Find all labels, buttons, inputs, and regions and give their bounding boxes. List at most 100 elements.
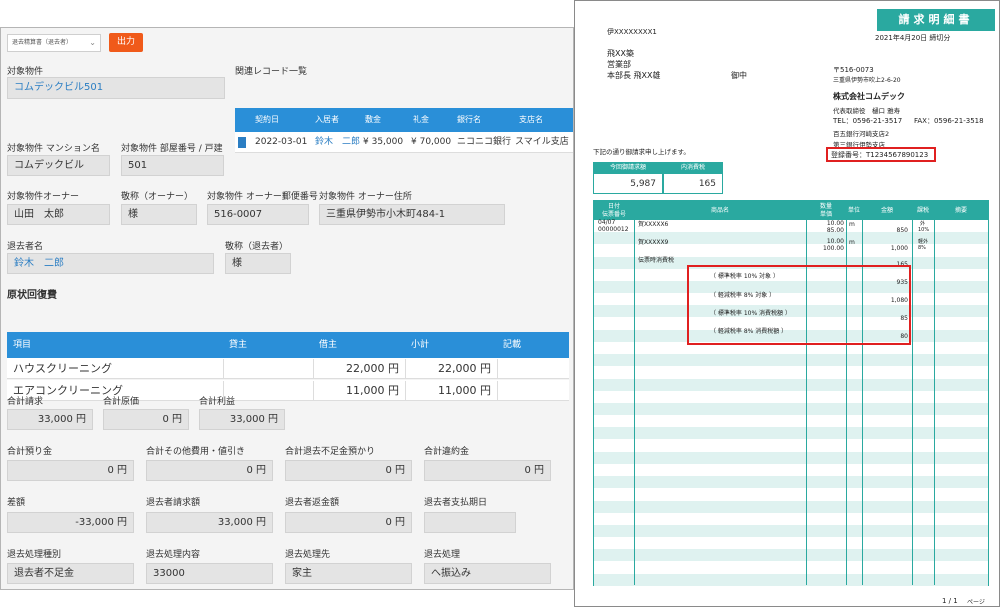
- cell-note[interactable]: [497, 359, 569, 378]
- recipient-company: 飛XX築: [607, 49, 634, 58]
- summary-tax-label: 内消費税: [663, 162, 723, 174]
- grid-row-stripe: [594, 366, 988, 379]
- total-profit-field: 33,000 円: [199, 409, 285, 430]
- cell-note[interactable]: [497, 381, 569, 400]
- mansion-name-field[interactable]: コムデックビル: [7, 155, 110, 176]
- col-item: 項目: [13, 340, 32, 350]
- grid-row-stripe: [594, 378, 988, 391]
- grid-row-stripe: [594, 439, 988, 452]
- row-qty: 10.00: [826, 238, 844, 245]
- property-field[interactable]: コムデックビル501: [7, 77, 225, 99]
- tenant-honorific-label: 敬称（退去者）: [225, 242, 289, 252]
- col-divider: [634, 201, 635, 585]
- processing-action-label: 退去処理: [424, 550, 461, 560]
- mansion-name-label: 対象物件 マンション名: [7, 144, 100, 154]
- cell-lessor[interactable]: [223, 381, 313, 400]
- owner-address-label: 対象物件 オーナー住所: [319, 192, 412, 202]
- cell-lessee: 22,000 円: [346, 362, 399, 375]
- col-divider: [806, 201, 807, 585]
- tenant-field[interactable]: 鈴木 二郎: [7, 253, 214, 274]
- related-records-header: 契約日 入居者 敷金 礼金 銀行名 支店名: [235, 108, 573, 132]
- table-row: ハウスクリーニング 22,000 円 22,000 円: [7, 358, 569, 379]
- row-product: 伝票時消費税: [638, 257, 675, 264]
- detail-table-header: 日付 伝票番号 商品名 数量 単価 単位 金額 課税 摘要: [594, 201, 988, 220]
- col-deposit: 敷金: [365, 115, 381, 124]
- processing-content-field[interactable]: 33000: [146, 563, 273, 584]
- total-penalty-field: 0 円: [424, 460, 551, 481]
- print-template-select[interactable]: 退去精算書（退去者） ⌄: [7, 34, 101, 52]
- chevron-down-icon: ⌄: [89, 38, 96, 47]
- total-shortfall-label: 合計退去不足金預かり: [285, 447, 376, 457]
- processing-action-field[interactable]: へ振込み: [424, 563, 551, 584]
- total-cost-field: 0 円: [103, 409, 189, 430]
- owner-honorific-field[interactable]: 様: [121, 204, 197, 225]
- col-bank: 銀行名: [457, 115, 481, 124]
- col-divider: [846, 201, 847, 585]
- property-label: 対象物件: [7, 67, 44, 77]
- grid-row-stripe: [594, 500, 988, 513]
- grid-row-stripe: [594, 415, 988, 428]
- restore-cost-header: 項目 貸主 借主 小計 記載: [7, 332, 569, 358]
- tenant-refund-field: 0 円: [285, 512, 412, 533]
- tenant-refund-label: 退去者返金額: [285, 498, 340, 508]
- tenant-honorific-field[interactable]: 様: [225, 253, 291, 274]
- row-unit: m: [849, 221, 855, 228]
- total-billed-field: 33,000 円: [7, 409, 93, 430]
- cell-lessee: 11,000 円: [346, 384, 399, 397]
- total-cost-label: 合計原価: [103, 397, 140, 407]
- owner-postal-field[interactable]: 516-0007: [207, 204, 309, 225]
- related-record-row[interactable]: 2022-03-01 鈴木 二郎 ¥ 35,000 ¥ 70,000 ニコニコ銀…: [235, 132, 573, 153]
- col-divider: [912, 201, 913, 585]
- grid-row-stripe: [594, 525, 988, 537]
- recipient-suffix: 御中: [731, 71, 747, 80]
- payment-due-label: 退去者支払期日: [424, 498, 488, 508]
- owner-field[interactable]: 山田 太郎: [7, 204, 110, 225]
- room-number-label: 対象物件 部屋番号 / 戸建: [121, 144, 223, 154]
- processing-target-label: 退去処理先: [285, 550, 331, 560]
- related-records-title: 関連レコード一覧: [235, 67, 308, 77]
- grid-row-stripe: [594, 451, 988, 464]
- row-tax-type: 外: [920, 221, 926, 227]
- payment-due-field[interactable]: [424, 512, 516, 533]
- sender-postal: 〒516-0073: [833, 66, 874, 74]
- owner-honorific-label: 敬称（オーナー）: [121, 192, 194, 202]
- total-deposit-label: 合計預り金: [7, 447, 53, 457]
- hdr-amount: 金額: [880, 207, 893, 214]
- processing-target-field[interactable]: 家主: [285, 563, 412, 584]
- summary-billed-value: 5,987: [593, 174, 663, 194]
- cell-lessor[interactable]: [223, 359, 313, 378]
- recipient-person: 本部長 飛XX雄: [607, 71, 661, 80]
- hdr-price: 単価: [819, 211, 832, 218]
- owner-address-field[interactable]: 三重県伊勢市小木町484-1: [319, 204, 505, 225]
- cell-subtotal: 22,000 円: [438, 362, 491, 375]
- row-unit: m: [849, 239, 855, 246]
- row-tax-rate: 8%: [918, 245, 926, 251]
- processing-content-label: 退去処理内容: [146, 550, 201, 560]
- row-product: 賀XXXXX9: [638, 239, 669, 246]
- grid-row-stripe: [594, 476, 988, 489]
- row-amount: 1,000: [890, 245, 908, 252]
- summary-billed-label: 今回御請求額: [593, 162, 663, 174]
- processing-type-field[interactable]: 退去者不足金: [7, 563, 134, 584]
- print-template-value: 退去精算書（退去者）: [12, 39, 73, 46]
- sender-tel: TEL：0596-21-3517: [833, 117, 903, 125]
- sender-address: 三重県伊勢市吹上2-6-20: [833, 77, 901, 84]
- invoice-detail-table: 日付 伝票番号 商品名 数量 単価 単位 金額 課税 摘要 04/07 0000…: [593, 200, 989, 586]
- col-lessor: 貸主: [229, 340, 248, 350]
- restore-cost-title: 原状回復費: [7, 290, 57, 301]
- row-price: 85.00: [826, 227, 844, 234]
- cell-branch: スマイル支店: [515, 137, 569, 147]
- tenant-bill-label: 退去者請求額: [146, 498, 201, 508]
- cell-tenant[interactable]: 鈴木 二郎: [315, 132, 360, 153]
- refund-settlement-record: 退去精算書（退去者） ⌄ 出力 対象物件 コムデックビル501 関連レコード一覧…: [0, 27, 574, 590]
- output-button[interactable]: 出力: [109, 33, 143, 52]
- cell-contract-date: 2022-03-01: [255, 137, 308, 147]
- total-shortfall-field: 0 円: [285, 460, 412, 481]
- difference-label: 差額: [7, 498, 26, 508]
- grid-row-stripe: [594, 561, 988, 574]
- document-icon[interactable]: [238, 137, 246, 148]
- grid-row-stripe: [594, 573, 988, 586]
- room-number-field[interactable]: 501: [121, 155, 224, 176]
- grid-row-stripe: [594, 512, 988, 525]
- hdr-slip: 伝票番号: [601, 211, 626, 218]
